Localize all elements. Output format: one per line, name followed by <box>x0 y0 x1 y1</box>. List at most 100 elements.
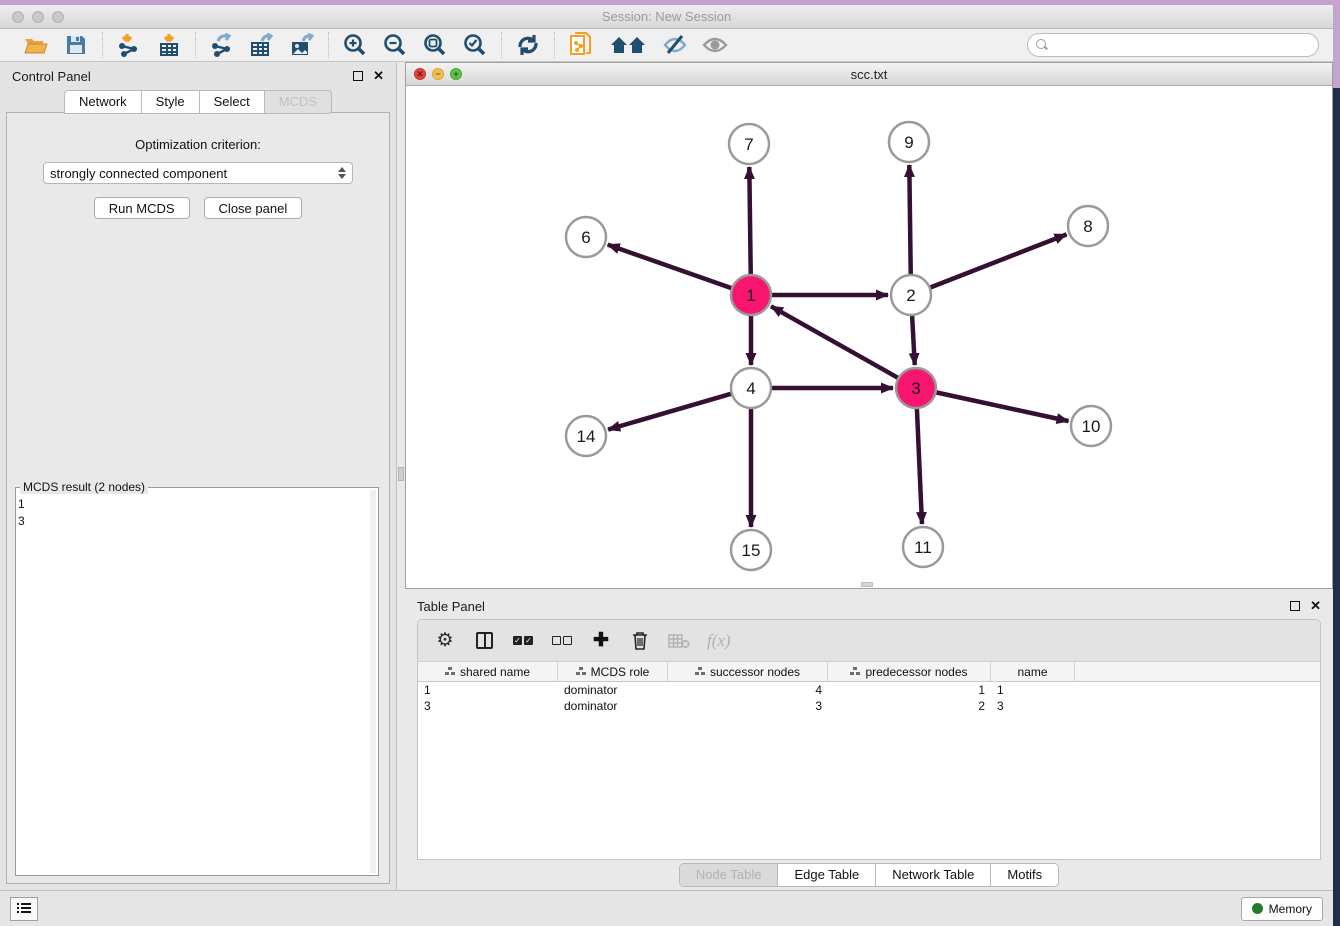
import-network-icon[interactable] <box>116 32 142 58</box>
column-type-icon <box>850 667 860 676</box>
edge-1-6[interactable] <box>608 245 732 289</box>
splitter-grip[interactable] <box>398 467 404 481</box>
edge-3-1[interactable] <box>771 306 899 378</box>
apply-layout-icon[interactable] <box>515 32 541 58</box>
control-panel: Control Panel ✕ NetworkStyleSelectMCDS O… <box>0 62 397 890</box>
panel-splitter[interactable] <box>397 62 405 890</box>
column-header-MCDS-role[interactable]: MCDS role <box>558 662 668 681</box>
cell-MCDS-role[interactable]: dominator <box>558 682 668 698</box>
mcds-result-text[interactable]: 1 3 <box>18 496 369 873</box>
tab-node-table[interactable]: Node Table <box>680 864 779 886</box>
search-area <box>1027 33 1319 57</box>
tab-network-table[interactable]: Network Table <box>876 864 991 886</box>
cell-predecessor-nodes[interactable]: 2 <box>828 698 991 714</box>
result-scrollbar[interactable] <box>370 490 376 873</box>
search-input[interactable] <box>1053 38 1318 52</box>
close-table-panel-icon[interactable]: ✕ <box>1310 601 1321 611</box>
edge-2-9[interactable] <box>909 165 910 275</box>
delete-table-icon <box>668 629 690 653</box>
edge-1-7[interactable] <box>749 167 750 275</box>
add-column-icon[interactable]: ✚ <box>590 629 612 653</box>
float-panel-icon[interactable] <box>353 71 363 81</box>
close-panel-icon[interactable]: ✕ <box>373 71 384 81</box>
edge-2-3[interactable] <box>912 315 915 365</box>
memory-button[interactable]: Memory <box>1241 897 1323 921</box>
show-all-icon[interactable] <box>702 32 728 58</box>
search-field[interactable] <box>1027 33 1319 57</box>
control-panel-title: Control Panel <box>12 69 91 84</box>
zoom-selected-icon[interactable] <box>462 32 488 58</box>
network-window-title: scc.txt <box>406 67 1332 82</box>
table-header-row: shared name MCDS role successor nodes prede… <box>418 662 1320 682</box>
show-columns-icon[interactable] <box>473 629 495 653</box>
import-table-icon[interactable] <box>156 32 182 58</box>
canvas-scroll-nub[interactable] <box>861 582 873 587</box>
column-label: shared name <box>460 665 530 679</box>
criterion-value: strongly connected component <box>50 166 227 181</box>
edge-3-11[interactable] <box>917 408 922 524</box>
zoom-out-icon[interactable] <box>382 32 408 58</box>
node-label-2: 2 <box>906 286 915 305</box>
cell-name[interactable]: 3 <box>991 698 1075 714</box>
zoom-fit-icon[interactable] <box>422 32 448 58</box>
desktop-edge-right <box>1333 88 1340 926</box>
tab-network[interactable]: Network <box>64 90 141 114</box>
list-icon <box>17 903 31 914</box>
cell-shared-name[interactable]: 1 <box>418 682 558 698</box>
mcds-result-box: MCDS result (2 nodes) 1 3 <box>15 487 379 876</box>
node-table: shared name MCDS role successor nodes prede… <box>418 662 1320 714</box>
cell-MCDS-role[interactable]: dominator <box>558 698 668 714</box>
tab-edge-table[interactable]: Edge Table <box>778 864 876 886</box>
memory-label: Memory <box>1269 902 1312 916</box>
export-image-icon[interactable] <box>289 32 315 58</box>
cell-successor-nodes[interactable]: 4 <box>668 682 828 698</box>
run-mcds-button[interactable]: Run MCDS <box>94 197 190 219</box>
open-session-icon[interactable] <box>23 32 49 58</box>
tab-select[interactable]: Select <box>199 90 264 114</box>
column-header-successor-nodes[interactable]: successor nodes <box>668 662 828 681</box>
criterion-dropdown[interactable]: strongly connected component <box>43 162 353 184</box>
network-window-titlebar[interactable]: ✕ − + scc.txt <box>406 63 1332 86</box>
column-type-icon <box>445 667 455 676</box>
column-label: predecessor nodes <box>865 665 967 679</box>
node-label-10: 10 <box>1082 417 1101 436</box>
status-bar: Memory <box>0 890 1333 926</box>
edge-3-10[interactable] <box>936 392 1069 421</box>
edge-4-14[interactable] <box>608 394 732 430</box>
table-options-icon[interactable]: ⚙ <box>434 629 456 653</box>
table-row[interactable]: 1dominator411 <box>418 682 1320 698</box>
deselect-all-rows-icon[interactable] <box>551 629 573 653</box>
cell-name[interactable]: 1 <box>991 682 1075 698</box>
network-canvas[interactable]: 7968124314101511 <box>406 86 1332 588</box>
home-icon[interactable] <box>608 32 648 58</box>
close-panel-button[interactable]: Close panel <box>204 197 303 219</box>
cell-predecessor-nodes[interactable]: 1 <box>828 682 991 698</box>
delete-column-icon[interactable] <box>629 629 651 653</box>
column-label: MCDS role <box>591 665 650 679</box>
edge-2-8[interactable] <box>930 234 1067 287</box>
network-graph[interactable]: 7968124314101511 <box>406 86 1332 588</box>
tab-mcds[interactable]: MCDS <box>264 90 332 114</box>
export-table-icon[interactable] <box>249 32 275 58</box>
cell-successor-nodes[interactable]: 3 <box>668 698 828 714</box>
zoom-in-icon[interactable] <box>342 32 368 58</box>
tab-motifs[interactable]: Motifs <box>991 864 1058 886</box>
column-header-shared-name[interactable]: shared name <box>418 662 558 681</box>
export-network-icon[interactable] <box>209 32 235 58</box>
node-label-3: 3 <box>911 379 920 398</box>
main-toolbar <box>0 29 1333 62</box>
node-label-11: 11 <box>914 538 932 557</box>
table-row[interactable]: 3dominator323 <box>418 698 1320 714</box>
tab-style[interactable]: Style <box>141 90 199 114</box>
dropdown-arrows-icon <box>338 167 346 179</box>
float-table-panel-icon[interactable] <box>1290 601 1300 611</box>
clone-network-icon[interactable] <box>568 32 594 58</box>
hide-selected-icon[interactable] <box>662 32 688 58</box>
column-header-name[interactable]: name <box>991 662 1075 681</box>
cell-shared-name[interactable]: 3 <box>418 698 558 714</box>
column-type-icon <box>576 667 586 676</box>
automation-panel-button[interactable] <box>10 897 38 921</box>
column-header-predecessor-nodes[interactable]: predecessor nodes <box>828 662 991 681</box>
select-all-rows-icon[interactable]: ✓✓ <box>512 629 534 653</box>
save-session-icon[interactable] <box>63 32 89 58</box>
